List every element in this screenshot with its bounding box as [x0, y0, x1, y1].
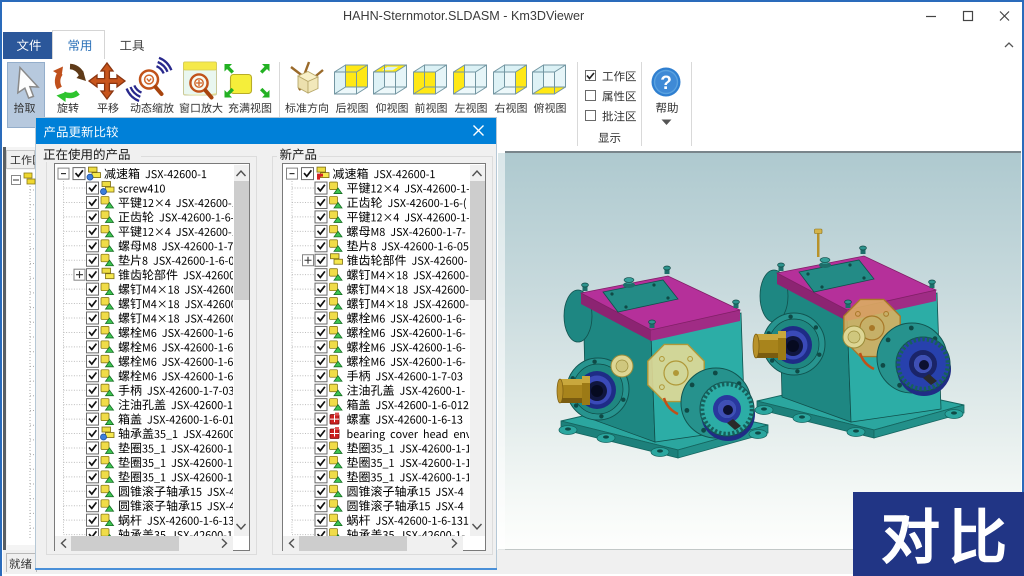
- svg-text:?: ?: [660, 73, 672, 94]
